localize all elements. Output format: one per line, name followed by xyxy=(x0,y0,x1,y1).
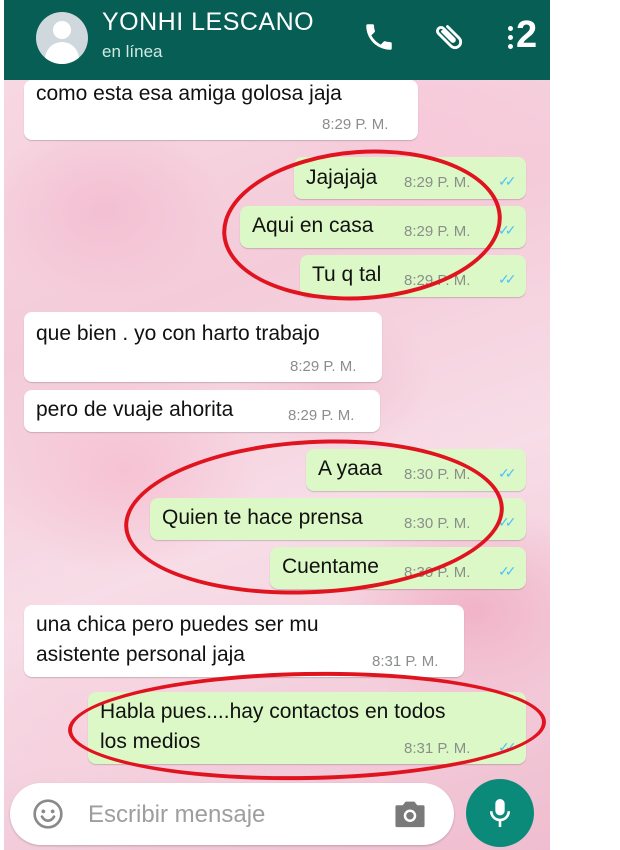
message-incoming[interactable]: una chica pero puedes ser mu asistente p… xyxy=(24,605,464,677)
message-text: Aqui en casa xyxy=(252,214,374,237)
message-text: Jajajaja xyxy=(306,166,378,189)
chat-header: YONHI LESCANO en línea 2 xyxy=(4,0,550,80)
annotation-number: 2 xyxy=(516,14,538,56)
read-ticks-icon: ✓✓ xyxy=(498,514,517,530)
read-ticks-icon: ✓✓ xyxy=(498,739,517,755)
contact-name[interactable]: YONHI LESCANO xyxy=(102,8,314,37)
message-time: 8:30 P. M. xyxy=(404,515,471,532)
chat-screen: YONHI LESCANO en línea 2 como esta esa a… xyxy=(4,0,550,850)
message-incoming[interactable]: pero de vuaje ahorita 8:29 P. M. xyxy=(24,390,380,432)
message-outgoing[interactable]: Aqui en casa 8:29 P. M. ✓✓ xyxy=(240,206,526,248)
more-options-icon[interactable] xyxy=(508,26,514,56)
paperclip-icon[interactable] xyxy=(425,13,473,61)
read-ticks-icon: ✓✓ xyxy=(498,465,517,481)
message-time: 8:29 P. M. xyxy=(404,272,471,289)
message-text: pero de vuaje ahorita xyxy=(36,398,234,421)
microphone-button[interactable] xyxy=(466,779,534,847)
read-ticks-icon: ✓✓ xyxy=(498,563,517,579)
emoji-icon[interactable] xyxy=(32,798,64,830)
read-ticks-icon: ✓✓ xyxy=(498,173,517,189)
phone-icon[interactable] xyxy=(362,20,396,54)
message-outgoing[interactable]: Habla pues....hay contactos en todos los… xyxy=(88,692,526,764)
read-ticks-icon: ✓✓ xyxy=(498,222,517,238)
message-text-line: los medios xyxy=(100,730,201,753)
message-input-placeholder[interactable]: Escribir mensaje xyxy=(88,801,265,829)
message-text-line: una chica pero puedes ser mu xyxy=(36,613,319,636)
contact-status: en línea xyxy=(102,42,163,61)
message-time: 8:29 P. M. xyxy=(288,407,355,424)
read-ticks-icon: ✓✓ xyxy=(498,271,517,287)
message-outgoing[interactable]: Cuentame 8:30 P. M. ✓✓ xyxy=(270,547,526,589)
message-incoming[interactable]: como esta esa amiga golosa jaja 8:29 P. … xyxy=(24,80,418,140)
message-time: 8:31 P. M. xyxy=(372,653,439,670)
contact-avatar[interactable] xyxy=(36,12,88,64)
message-text: Quien te hace prensa xyxy=(162,506,363,529)
message-text: como esta esa amiga golosa jaja xyxy=(36,82,342,105)
message-outgoing[interactable]: Tu q tal 8:29 P. M. ✓✓ xyxy=(300,255,526,297)
microphone-icon xyxy=(489,799,511,827)
message-text: A yaaa xyxy=(318,457,383,480)
message-text: que bien . yo con harto trabajo xyxy=(36,322,320,345)
message-input-bar[interactable]: Escribir mensaje xyxy=(10,783,454,845)
message-outgoing[interactable]: A yaaa 8:30 P. M. ✓✓ xyxy=(306,449,526,491)
message-time: 8:29 P. M. xyxy=(322,116,389,133)
message-text-line: Habla pues....hay contactos en todos xyxy=(100,700,446,723)
message-incoming[interactable]: que bien . yo con harto trabajo 8:29 P. … xyxy=(24,312,382,382)
message-time: 8:29 P. M. xyxy=(404,174,471,191)
message-text: Tu q tal xyxy=(312,263,382,286)
message-time: 8:30 P. M. xyxy=(404,564,471,581)
message-outgoing[interactable]: Jajajaja 8:29 P. M. ✓✓ xyxy=(294,157,526,199)
message-text-line: asistente personal jaja xyxy=(36,643,245,666)
camera-icon[interactable] xyxy=(392,798,428,830)
message-time: 8:29 P. M. xyxy=(290,358,357,375)
message-outgoing[interactable]: Quien te hace prensa 8:30 P. M. ✓✓ xyxy=(150,498,526,540)
message-time: 8:31 P. M. xyxy=(404,740,471,757)
message-text: Cuentame xyxy=(282,555,379,578)
message-time: 8:30 P. M. xyxy=(404,466,471,483)
message-time: 8:29 P. M. xyxy=(404,223,471,240)
